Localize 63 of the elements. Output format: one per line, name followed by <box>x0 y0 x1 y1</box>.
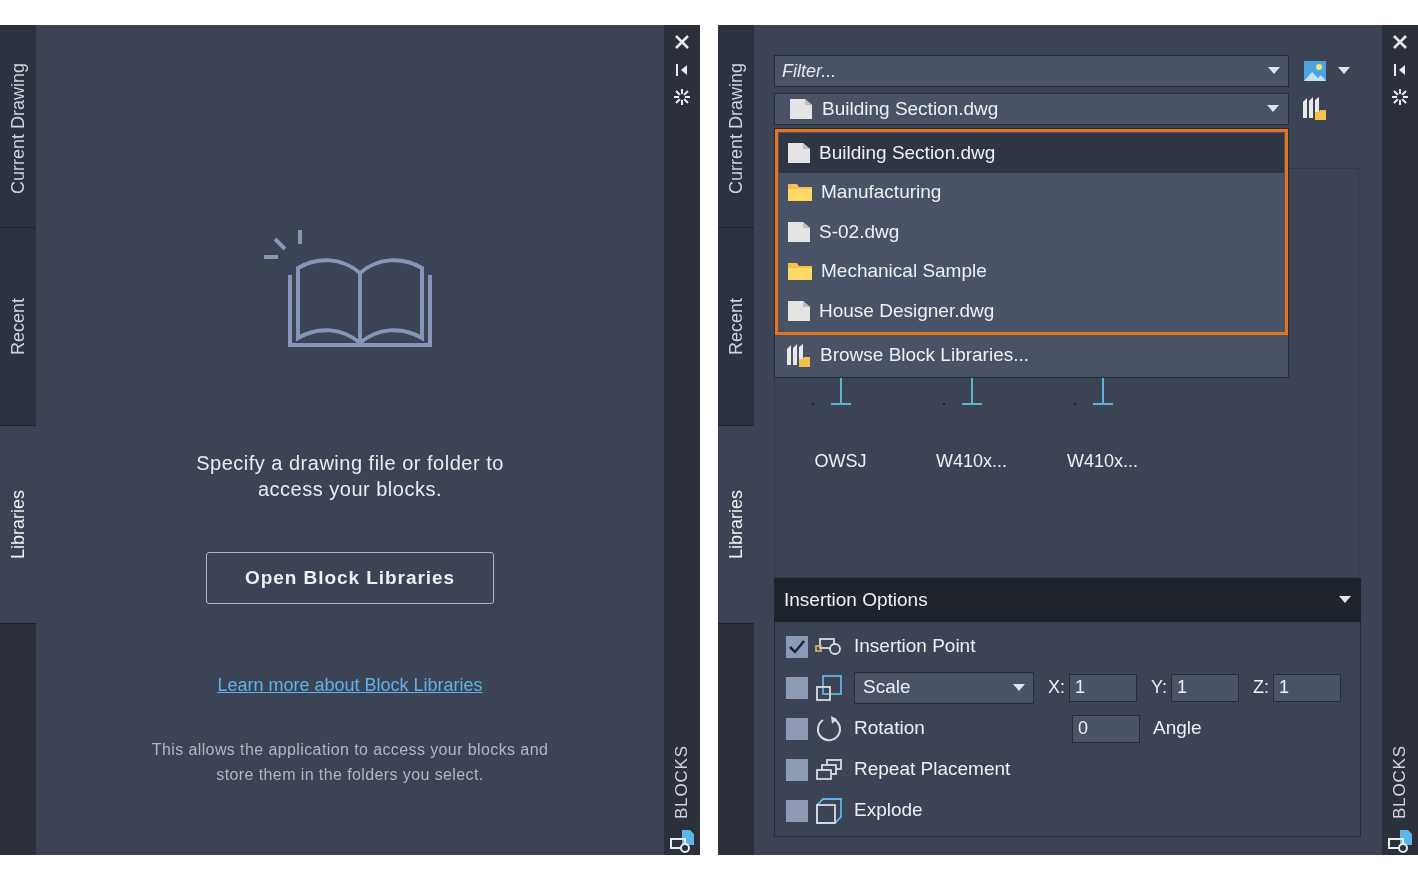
caret-icon <box>1013 683 1025 692</box>
browse-libraries-item[interactable]: Browse Block Libraries... <box>775 334 1288 377</box>
checkbox[interactable] <box>786 799 808 822</box>
axis-label: Z: <box>1253 676 1270 699</box>
caret-icon <box>1338 67 1350 75</box>
option-label: Rotation <box>854 716 926 741</box>
library-icon <box>1301 96 1327 122</box>
blocks-palette-icon[interactable] <box>1387 829 1413 853</box>
explode-cube-icon <box>815 796 843 825</box>
settings-icon[interactable] <box>1392 89 1408 105</box>
insertion-options-header[interactable]: Insertion Options <box>774 578 1361 622</box>
caret-icon <box>1339 596 1351 604</box>
block-thumbnail[interactable]: OWSJ <box>775 374 906 475</box>
close-icon[interactable] <box>675 35 689 49</box>
side-tab[interactable]: Recent <box>0 228 36 426</box>
blocks-palette-icon[interactable] <box>669 829 695 853</box>
pin-icon[interactable] <box>1393 63 1407 77</box>
settings-icon[interactable] <box>674 89 690 105</box>
learn-more-link[interactable]: Learn more about Block Libraries <box>217 672 483 699</box>
side-tab[interactable]: Recent <box>718 228 754 426</box>
side-tab[interactable]: Current Drawing <box>718 30 754 228</box>
file-icon <box>787 220 811 243</box>
number-field[interactable]: 1 <box>1069 673 1137 702</box>
palette-title: BLOCKS <box>1389 744 1411 819</box>
checkbox[interactable] <box>786 676 808 699</box>
scale-icon <box>815 673 843 702</box>
angle-label: Angle <box>1153 716 1202 741</box>
file-icon <box>789 98 813 120</box>
empty-message: Specify a drawing file or folder to access your blocks. <box>195 451 505 502</box>
option-label: Repeat Placement <box>854 757 1011 782</box>
repeat-placement-icon <box>815 757 843 782</box>
checkbox[interactable] <box>786 717 808 740</box>
pin-icon[interactable] <box>675 63 689 77</box>
file-icon <box>787 299 811 322</box>
axis-label: Y: <box>1151 676 1168 699</box>
block-thumbnail[interactable]: W410x... <box>906 374 1037 475</box>
number-field[interactable]: 1 <box>1171 673 1240 702</box>
block-thumbnail[interactable]: W410x... <box>1037 374 1168 475</box>
side-tab[interactable]: Libraries <box>718 426 754 624</box>
side-tab[interactable]: Current Drawing <box>0 30 36 228</box>
library-menu-item[interactable]: Building Section.dwg <box>779 133 1284 173</box>
axis-label: X: <box>1048 676 1065 699</box>
number-field[interactable]: 1 <box>1273 673 1342 702</box>
option-label: Insertion Point <box>854 634 976 659</box>
library-select[interactable]: Building Section.dwg <box>774 93 1289 125</box>
scale-select[interactable]: Scale <box>854 671 1034 704</box>
number-field[interactable]: 0 <box>1072 714 1140 743</box>
file-icon <box>787 141 811 164</box>
open-block-libraries-button[interactable]: Open Block Libraries <box>206 552 494 604</box>
library-icon <box>785 342 811 369</box>
checkbox[interactable] <box>786 758 808 781</box>
caret-icon <box>1267 105 1279 113</box>
folder-icon <box>787 261 813 282</box>
info-note: This allows the application to access your blocks and store them in the folders you select. <box>150 740 550 785</box>
insertion-point-icon <box>815 635 843 658</box>
palette-title: BLOCKS <box>671 744 693 819</box>
side-tab[interactable]: Libraries <box>0 426 36 624</box>
folder-icon <box>787 182 813 203</box>
close-icon[interactable] <box>1393 35 1407 49</box>
checkbox[interactable] <box>786 635 808 658</box>
option-label: Explode <box>854 798 923 823</box>
check-icon <box>789 639 805 654</box>
rotation-icon <box>815 714 843 743</box>
